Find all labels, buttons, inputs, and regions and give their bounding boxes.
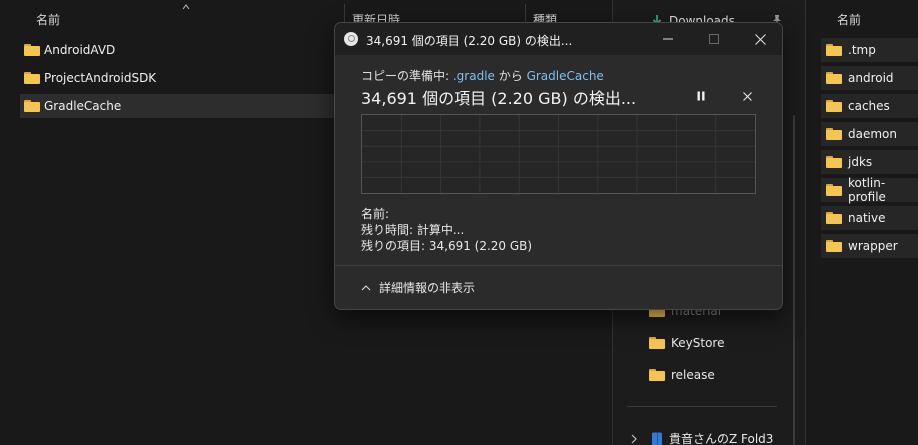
- pause-icon: [697, 91, 705, 101]
- file-name: kotlin-profile: [848, 176, 886, 204]
- nav-item-keystore[interactable]: KeyStore: [649, 336, 724, 350]
- file-row-caches[interactable]: caches: [821, 94, 918, 118]
- folder-icon: [826, 240, 842, 252]
- file-row-daemon[interactable]: daemon: [821, 122, 918, 146]
- file-name: wrapper: [848, 239, 898, 253]
- file-name: caches: [848, 99, 890, 113]
- folder-icon: [24, 44, 40, 56]
- close-button[interactable]: [737, 23, 782, 55]
- progress-status: 34,691 個の項目 (2.20 GB) の検出...: [361, 89, 637, 108]
- folder-icon: [24, 72, 40, 84]
- folder-icon: [826, 128, 842, 140]
- file-row-android[interactable]: android: [821, 66, 918, 90]
- close-icon: [754, 33, 766, 45]
- transfer-speed-graph: [361, 114, 756, 194]
- nav-item-label: release: [671, 368, 715, 382]
- folder-icon: [826, 44, 842, 56]
- chevron-up-icon: [361, 285, 371, 291]
- file-row-jdks[interactable]: jdks: [821, 150, 918, 174]
- column-header-name[interactable]: 名前: [36, 0, 60, 32]
- file-name: GradleCache: [44, 99, 122, 113]
- details-toggle-label: 詳細情報の非表示: [379, 281, 476, 295]
- sort-ascending-icon: [182, 4, 190, 10]
- right-file-list-pane: 名前 .tmp android caches daemon jdks kotli…: [805, 0, 918, 445]
- time-remaining: 残り時間: 計算中...: [361, 223, 465, 237]
- pause-button[interactable]: [690, 85, 712, 107]
- destination-folder-link[interactable]: GradleCache: [527, 69, 604, 83]
- folder-icon: [24, 100, 40, 112]
- cancel-button[interactable]: [736, 85, 758, 107]
- copy-source-line: コピーの準備中: .gradle から GradleCache: [361, 67, 604, 84]
- phone-icon: [652, 432, 662, 445]
- folder-icon: [826, 156, 842, 168]
- file-name: android: [848, 71, 894, 85]
- file-row-kotlin-profile[interactable]: kotlin-profile: [821, 176, 918, 204]
- close-icon: [742, 91, 752, 101]
- file-name: AndroidAVD: [44, 43, 116, 57]
- details-toggle-button[interactable]: 詳細情報の非表示: [361, 279, 475, 296]
- file-name: jdks: [848, 155, 873, 169]
- file-row-native[interactable]: native: [821, 206, 918, 230]
- minimize-button[interactable]: [645, 23, 691, 55]
- copy-connector: から: [494, 69, 527, 83]
- copy-progress-dialog: 34,691 個の項目 (2.20 GB) の検出... コピーの準備中: .g…: [334, 22, 783, 310]
- nav-divider: [627, 406, 777, 407]
- file-name: .tmp: [848, 43, 876, 57]
- file-name: native: [848, 211, 886, 225]
- name-label: 名前:: [361, 207, 390, 221]
- maximize-icon: [709, 34, 719, 44]
- nav-item-label: 貴音さんのZ Fold3: [669, 432, 774, 445]
- folder-icon: [826, 72, 842, 84]
- file-row-tmp[interactable]: .tmp: [821, 38, 918, 62]
- file-row-wrapper[interactable]: wrapper: [821, 234, 918, 258]
- folder-icon: [826, 100, 842, 112]
- column-header-name[interactable]: 名前: [837, 0, 861, 32]
- nav-item-device[interactable]: 貴音さんのZ Fold3: [629, 430, 773, 445]
- dialog-divider: [335, 265, 782, 266]
- copy-progress-icon: [344, 32, 358, 46]
- folder-icon: [826, 212, 842, 224]
- items-remaining: 残りの項目: 34,691 (2.20 GB): [361, 239, 533, 253]
- minimize-icon: [663, 38, 673, 40]
- file-name: daemon: [848, 127, 897, 141]
- folder-icon: [649, 337, 665, 349]
- nav-item-label: KeyStore: [671, 336, 725, 350]
- file-name: ProjectAndroidSDK: [44, 71, 157, 85]
- folder-icon: [826, 184, 842, 196]
- nav-scrollbar[interactable]: [793, 115, 795, 445]
- dialog-title: 34,691 個の項目 (2.20 GB) の検出...: [366, 34, 573, 48]
- source-folder-link[interactable]: .gradle: [453, 69, 495, 83]
- copy-prefix: コピーの準備中:: [361, 69, 453, 83]
- maximize-button: [691, 23, 737, 55]
- nav-item-release[interactable]: release: [649, 368, 715, 382]
- dialog-titlebar[interactable]: 34,691 個の項目 (2.20 GB) の検出...: [335, 23, 782, 55]
- folder-icon: [649, 369, 665, 381]
- chevron-right-icon[interactable]: [629, 434, 639, 444]
